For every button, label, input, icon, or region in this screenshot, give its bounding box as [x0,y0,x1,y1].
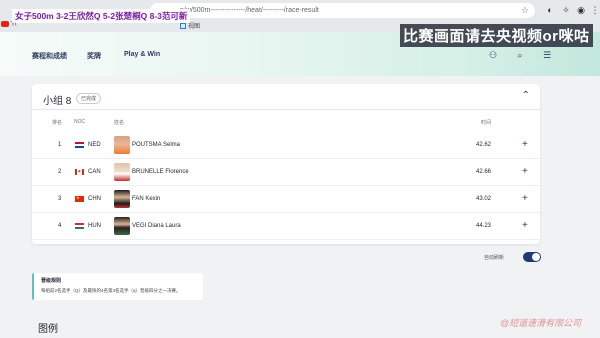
athlete-name: VEGI Diana Laura [132,223,181,229]
athlete-photo [114,163,130,181]
legend-title: 图例 [38,324,58,335]
nav-play-win[interactable]: Play & Win [124,51,160,58]
header-rank: 排名 [52,120,63,126]
flag-hungary-icon [75,223,84,229]
expand-plus-icon[interactable]: + [522,166,528,177]
rules-title: 晋级规则 [41,278,62,284]
nav-schedule-results[interactable]: 赛程和成绩 [32,51,67,61]
toggle-knob [532,253,540,261]
chevron-up-icon[interactable]: ⌃ [522,90,530,101]
header-noc: NOC [74,119,86,125]
table-row[interactable]: 1 NED POUTSMA Selma 42.62 + [32,132,540,159]
address-bar[interactable]: n/w/500m---------------/heat/---------/r… [150,3,535,18]
athlete-photo [114,190,130,208]
header-time: 时间 [481,120,492,126]
noc: HUN [88,223,101,229]
status-badge: 已完成 [76,93,102,104]
noc: CHN [88,196,101,202]
table-row[interactable]: 4 HUN VEGI Diana Laura 44.23 + [32,213,540,240]
nav-medals[interactable]: 奖牌 [87,51,101,61]
rank: 2 [58,169,62,175]
header-name: 姓名 [114,120,125,126]
athlete-photo [114,217,130,235]
expand-plus-icon[interactable]: + [522,139,528,150]
expand-plus-icon[interactable]: + [522,193,528,204]
auto-refresh-label: 自动刷新 [484,255,505,261]
watermark: @短道速滑有限公司 [500,318,582,328]
time: 44.23 [476,223,492,229]
extension-icon[interactable]: ◐ [543,3,557,17]
rank: 4 [58,223,62,229]
url-text: n/w/500m---------------/heat/---------/r… [180,7,319,14]
noc: CAN [88,169,101,175]
heat-title: 小组 8 [43,96,72,107]
time: 43.02 [476,196,492,202]
rules-text: 每组前2名选手（Q）及最快的4名第3名选手（q）晋级四分之一决赛。 [41,288,181,293]
noc: NED [88,142,101,148]
time: 42.62 [476,142,492,148]
athlete-name: FAN Kexin [132,196,161,202]
menu-dots-icon[interactable]: ⋮ [588,3,600,17]
user-icon[interactable]: ⚇ [486,48,500,62]
rank: 1 [58,142,62,148]
bookmark-star-icon[interactable]: ☆ [521,3,529,18]
stream-overlay-caption: 比赛画面请去央视频or咪咕 [400,24,593,47]
result-overlay-caption: 女子500m 3-2王欣然Q 5-2张楚桐Q 8-3范可新 [12,9,191,23]
rank: 3 [58,196,62,202]
flag-netherlands-icon [75,142,84,148]
heat-header[interactable]: 小组 8 已完成 ⌃ [32,84,540,110]
athlete-name: BRUNELLE Florence [132,169,189,175]
time: 42.66 [476,169,492,175]
auto-refresh-toggle[interactable] [523,252,541,262]
youtube-icon [1,21,9,27]
search-icon[interactable]: ⌕ [513,48,527,62]
expand-plus-icon[interactable]: + [522,220,528,231]
table-row[interactable]: 3 ★ CHN FAN Kexin 43.02 + [32,186,540,213]
qualification-rules-box: 晋级规则 每组前2名选手（Q）及最快的4名第3名选手（q）晋级四分之一决赛。 [32,273,203,300]
athlete-name: POUTSMA Selma [132,142,181,148]
bookmark-icon [180,23,186,30]
flag-canada-icon: ✦ [75,169,84,175]
flag-china-icon: ★ [75,196,84,202]
puzzle-icon[interactable]: ✧ [559,3,573,17]
table-row[interactable]: 2 ✦ CAN BRUNELLE Florence 42.66 + [32,159,540,186]
heat-results-card: 小组 8 已完成 ⌃ 排名 NOC 姓名 时间 1 NED POUTSMA Se… [32,84,540,244]
athlete-photo [114,136,130,154]
profile-icon[interactable]: ◉ [574,3,588,17]
hamburger-menu-icon[interactable]: ☰ [540,48,554,62]
